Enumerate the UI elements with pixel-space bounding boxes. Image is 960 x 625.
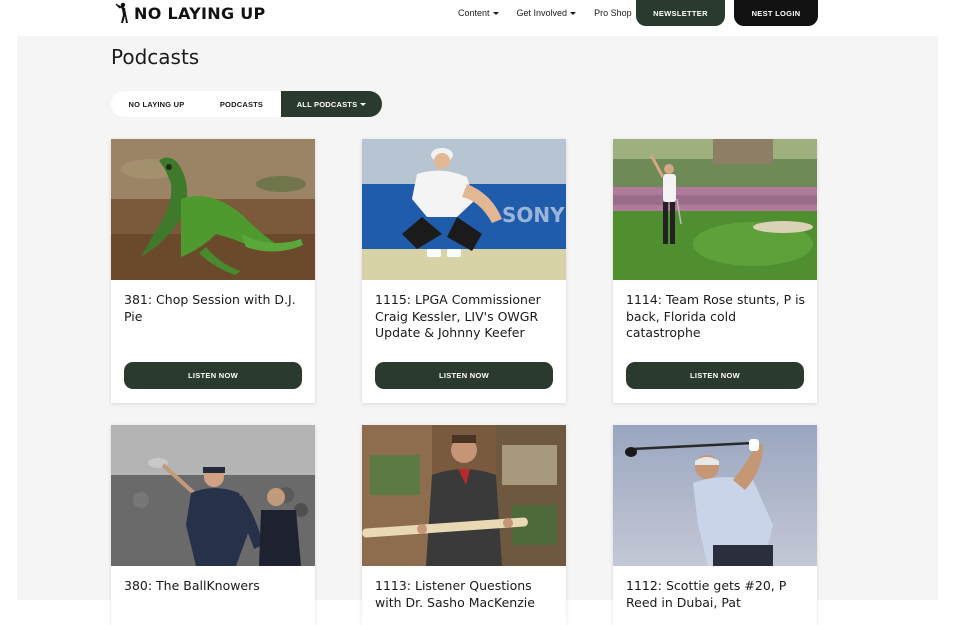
- page-title: Podcasts: [111, 45, 200, 69]
- listen-now-button[interactable]: LISTEN NOW: [626, 362, 804, 389]
- tab-no-laying-up[interactable]: NO LAYING UP: [111, 91, 202, 117]
- tab-podcasts[interactable]: PODCASTS: [202, 91, 281, 117]
- nav-item-label: Pro Shop: [594, 8, 632, 18]
- nav-item-pro-shop[interactable]: Pro Shop: [594, 8, 632, 18]
- listen-now-button[interactable]: LISTEN NOW: [375, 362, 553, 389]
- site-logo[interactable]: NO LAYING UP: [114, 2, 266, 24]
- episode-thumbnail[interactable]: [111, 139, 315, 280]
- nav-item-content[interactable]: Content: [458, 8, 499, 18]
- nav-item-label: Get Involved: [516, 8, 568, 18]
- tab-label: PODCASTS: [219, 99, 264, 109]
- tab-all-podcasts[interactable]: ALL PODCASTS: [281, 91, 382, 117]
- chevron-down-icon: [570, 11, 577, 15]
- episode-thumbnail[interactable]: SONY: [362, 139, 566, 280]
- chevron-down-icon: [492, 11, 499, 15]
- episode-title[interactable]: 381: Chop Session with D.J. Pie: [124, 292, 304, 325]
- podcast-card: 1113: Listener Questions with Dr. Sasho …: [362, 425, 566, 625]
- tab-label: ALL PODCASTS: [296, 99, 358, 109]
- svg-text:SONY: SONY: [502, 203, 565, 227]
- chevron-down-icon: [360, 102, 367, 106]
- nav-item-get-involved[interactable]: Get Involved: [517, 8, 577, 18]
- episode-title[interactable]: 1115: LPGA Commissioner Craig Kessler, L…: [375, 292, 555, 342]
- episode-title[interactable]: 1113: Listener Questions with Dr. Sasho …: [375, 578, 555, 611]
- nest-login-button[interactable]: NEST LOGIN: [734, 0, 818, 26]
- episode-title[interactable]: 1114: Team Rose stunts, P is back, Flori…: [626, 292, 806, 342]
- podcast-filter-tabs: NO LAYING UP PODCASTS ALL PODCASTS: [111, 91, 382, 117]
- main-nav: Content Get Involved Pro Shop: [458, 0, 650, 26]
- podcast-card: 1112: Scottie gets #20, P Reed in Dubai,…: [613, 425, 817, 625]
- episode-title[interactable]: 380: The BallKnowers: [124, 578, 304, 595]
- episode-thumbnail[interactable]: [111, 425, 315, 566]
- listen-now-button[interactable]: LISTEN NOW: [124, 362, 302, 389]
- episode-thumbnail[interactable]: [362, 425, 566, 566]
- podcast-card: 1114: Team Rose stunts, P is back, Flori…: [613, 139, 817, 403]
- episode-thumbnail[interactable]: [613, 425, 817, 566]
- episode-thumbnail[interactable]: [613, 139, 817, 280]
- top-navigation-bar: NO LAYING UP Content Get Involved Pro Sh…: [0, 0, 960, 36]
- podcast-card: 381: Chop Session with D.J. Pie LISTEN N…: [111, 139, 315, 403]
- newsletter-button[interactable]: NEWSLETTER: [636, 0, 725, 26]
- logo-text: NO LAYING UP: [134, 3, 266, 23]
- tab-label: NO LAYING UP: [128, 99, 185, 109]
- podcast-card: SONY 1115: LPGA Commissioner Craig Kessl…: [362, 139, 566, 403]
- episode-title[interactable]: 1112: Scottie gets #20, P Reed in Dubai,…: [626, 578, 806, 611]
- golfer-silhouette-icon: [115, 2, 128, 23]
- nav-item-label: Content: [458, 8, 490, 18]
- podcast-card: 380: The BallKnowers: [111, 425, 315, 625]
